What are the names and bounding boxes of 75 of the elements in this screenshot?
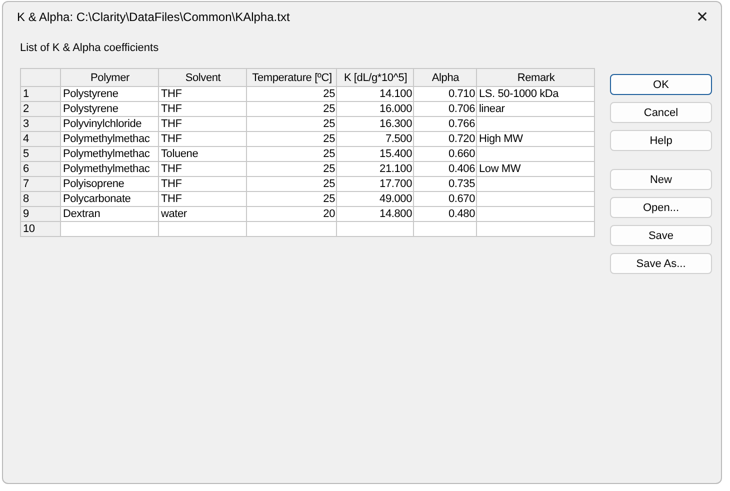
table-cell: Polystyrene [60,102,158,116]
column-header[interactable]: Solvent [158,68,246,86]
table-cell: 25 [246,192,336,206]
row-number[interactable]: 7 [20,176,60,192]
table-cell: 25 [246,132,336,146]
table-cell: 20 [246,206,336,222]
table-cell: Dextran [60,206,158,222]
column-header[interactable]: Polymer [60,68,158,86]
column-header[interactable]: K [dL/g*10^5] [336,68,414,86]
table-cell: 7.500 [336,132,414,146]
table-cell: 25 [246,86,336,102]
table-cell: 25 [246,116,336,132]
table-cell: 0.720 [414,132,476,146]
row-number[interactable]: 2 [20,102,60,116]
table-cell: 21.100 [336,162,414,176]
table-cell: 15.400 [336,146,414,162]
dialog-button[interactable]: Save [610,225,712,246]
table-cell: High MW [476,132,594,146]
table-cell: Toluene [158,146,246,162]
table-cell: 16.300 [336,116,414,132]
table-cell: Polyisoprene [60,176,158,192]
table-cell: 14.100 [336,86,414,102]
table-cell: 0.706 [414,102,476,116]
table-cell: 0.735 [414,176,476,192]
column-header[interactable]: Alpha [414,68,476,86]
table-cell: 0.660 [414,146,476,162]
table-cell: 0.766 [414,116,476,132]
close-button[interactable]: ✕ [690,6,715,28]
table-cell: 14.800 [336,206,414,222]
table-cell: 0.406 [414,162,476,176]
table-cell: 0.480 [414,206,476,222]
table-cell: Polymethylmethac [60,146,158,162]
row-number[interactable]: 8 [20,192,60,206]
table-cell: 25 [246,162,336,176]
table-cell: linear [476,102,594,116]
table-cell: THF [158,192,246,206]
table-cell: 0.710 [414,86,476,102]
table-cell: 25 [246,176,336,192]
table-cell: 25 [246,146,336,162]
row-number[interactable]: 9 [20,206,60,222]
table-cell: 17.700 [336,176,414,192]
table-cell: THF [158,132,246,146]
list-label: List of K & Alpha coefficients [20,42,160,54]
table-cell: THF [158,102,246,116]
table-cell: Polyvinylchloride [60,116,158,132]
column-header[interactable]: Remark [476,68,594,86]
table-cell: LS. 50-1000 kDa [476,86,594,102]
row-number[interactable]: 5 [20,146,60,162]
row-number[interactable]: 1 [20,86,60,102]
row-number[interactable]: 10 [20,222,60,236]
table-cell: THF [158,86,246,102]
table-cell: Low MW [476,162,594,176]
dialog-button[interactable]: New [610,169,712,190]
dialog-button[interactable]: Save As... [610,253,712,274]
column-header[interactable]: Temperature [ºC] [246,68,336,86]
table-cell: THF [158,162,246,176]
table-cell: Polymethylmethac [60,162,158,176]
row-number[interactable]: 3 [20,116,60,132]
table-cell: 16.000 [336,102,414,116]
table-cell: Polycarbonate [60,192,158,206]
table-cell: Polymethylmethac [60,132,158,146]
dialog-button[interactable]: Help [610,130,712,151]
table-cell: water [158,206,246,222]
dialog-button[interactable]: OK [610,74,712,95]
table-cell: 49.000 [336,192,414,206]
row-number[interactable]: 6 [20,162,60,176]
table-cell: Polystyrene [60,86,158,102]
row-number[interactable]: 4 [20,132,60,146]
table-cell: THF [158,116,246,132]
table-cell: 0.670 [414,192,476,206]
table-cell: 25 [246,102,336,116]
window-title: K & Alpha: C:\Clarity\DataFiles\Common\KAlpha.txt [17,10,290,24]
dialog-button[interactable]: Cancel [610,102,712,123]
dialog-button[interactable]: Open... [610,197,712,218]
table-cell: THF [158,176,246,192]
